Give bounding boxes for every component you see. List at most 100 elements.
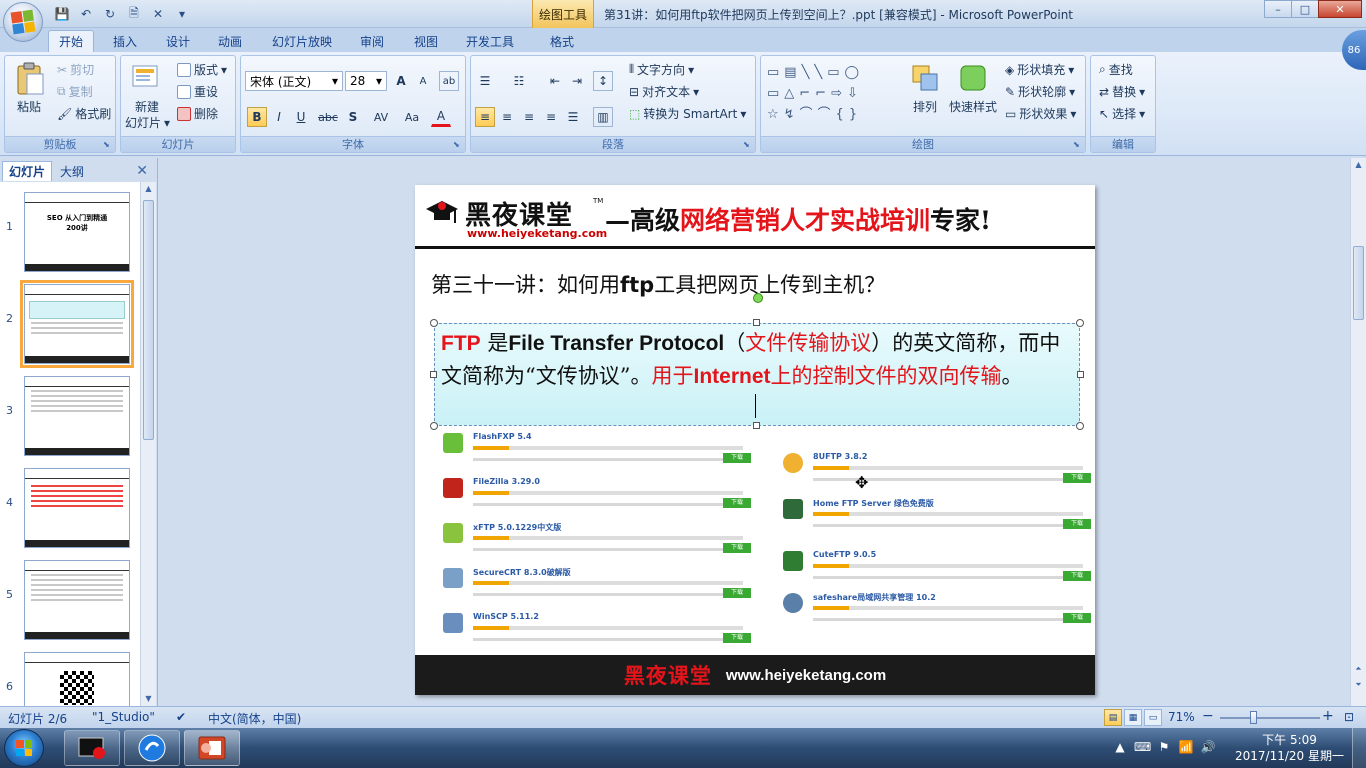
resize-handle-b[interactable] [753,422,760,429]
zoom-level[interactable]: 71% [1168,710,1195,724]
resize-handle-tl[interactable] [430,319,438,327]
minimize-button[interactable]: – [1264,0,1292,18]
clock[interactable]: 下午 5:09 2017/11/20 星期一 [1235,732,1344,764]
slide-thumbnail-3[interactable] [24,376,130,456]
tab-review[interactable]: 审阅 [350,30,394,52]
shape-fill-button[interactable]: ◈ 形状填充 ▾ [1005,61,1074,78]
bullets-button[interactable]: ☰ [475,71,495,91]
zoom-slider[interactable] [1220,717,1320,719]
tab-view[interactable]: 视图 [404,30,448,52]
text-direction-button[interactable]: ⫴ 文字方向 ▾ [629,61,694,78]
slide-sorter-icon[interactable]: ▦ [1124,709,1142,726]
network-icon[interactable]: 📶 [1178,740,1194,756]
align-left-button[interactable]: ≡ [475,107,495,127]
select-button[interactable]: ↖ 选择 ▾ [1099,105,1145,122]
zoom-in-icon[interactable]: + [1322,708,1334,724]
next-slide-icon[interactable]: ⏷ [1351,678,1366,692]
decrease-indent-button[interactable]: ⇤ [545,71,565,91]
slide-thumbnail-2[interactable] [20,280,134,368]
shapes-gallery[interactable]: ▭▤╲╲▭◯ ▭△⌐⌐⇨⇩ ☆↯⌒⌒{} [767,62,895,122]
quick-styles-button[interactable]: 快速样式 [949,98,997,115]
columns-button[interactable]: ▥ [593,107,613,127]
resize-handle-t[interactable] [753,319,760,326]
show-hidden-icons[interactable]: ▲ [1112,740,1128,756]
volume-icon[interactable]: 🔊 [1200,740,1216,756]
taskbar-powerpoint[interactable] [184,730,240,766]
paragraph-launcher-icon[interactable]: ⬊ [743,140,753,150]
rotation-handle[interactable] [753,293,763,303]
reset-button[interactable]: 重设 [177,83,218,100]
show-desktop-button[interactable] [1352,728,1366,768]
flag-icon[interactable]: ⚑ [1156,740,1172,756]
tab-animations[interactable]: 动画 [208,30,252,52]
arrange-button[interactable]: 排列 [913,98,937,115]
cut-button[interactable]: ✂ 剪切 [57,61,94,78]
smartart-button[interactable]: ⬚ 转换为 SmartArt ▾ [629,105,746,122]
undo-icon[interactable]: ↶ [76,5,96,23]
close-pane-icon[interactable]: ✕ [136,163,148,179]
font-size-select[interactable]: 28 ▾ [345,71,387,91]
zoom-slider-thumb[interactable] [1250,711,1257,724]
slide-thumbnail-5[interactable] [24,560,130,640]
tab-home[interactable]: 开始 [48,30,95,52]
shrink-font-button[interactable]: A [413,71,433,91]
print-preview-icon[interactable]: 🗎 [124,5,144,23]
taskbar-screen-recorder[interactable] [64,730,120,766]
align-center-button[interactable]: ≡ [497,107,517,127]
shape-outline-button[interactable]: ✎ 形状轮廓 ▾ [1005,83,1075,100]
underline-button[interactable]: U [291,107,311,127]
find-button[interactable]: ⌕ 查找 [1099,61,1133,78]
scroll-down-icon[interactable]: ▼ [141,692,156,706]
delete-button[interactable]: 删除 [177,105,218,122]
save-icon[interactable]: 💾 [52,5,72,23]
office-button[interactable] [3,2,43,42]
strikethrough-button[interactable]: abc [315,107,341,127]
paste-button[interactable]: 粘贴 [17,98,41,115]
replace-button[interactable]: ⇄ 替换 ▾ [1099,83,1145,100]
tab-slides-pane[interactable]: 幻灯片 [2,161,53,181]
drawing-launcher-icon[interactable]: ⬊ [1073,140,1083,150]
italic-button[interactable]: I [269,107,289,127]
font-name-select[interactable]: 宋体 (正文) ▾ [245,71,343,91]
format-painter-button[interactable]: 🖌 格式刷 [57,105,111,122]
clipboard-launcher-icon[interactable]: ⬊ [103,140,113,150]
maximize-button[interactable]: □ [1291,0,1319,18]
tab-insert[interactable]: 插入 [103,30,147,52]
new-slide-label-1[interactable]: 新建 [135,98,159,115]
resize-handle-r[interactable] [1077,371,1084,378]
char-spacing-button[interactable]: AV [367,107,395,127]
slide-thumbnail-1[interactable]: SEO 从入门到精通 200讲 [24,192,130,272]
change-case-button[interactable]: Aa [399,107,425,127]
layout-button[interactable]: 版式 ▾ [177,61,227,78]
tab-outline-pane[interactable]: 大纲 [54,161,90,181]
numbering-button[interactable]: ☷ [509,71,529,91]
clear-format-button[interactable]: ab [439,71,459,91]
slide-thumbnail-6[interactable] [24,652,130,706]
resize-handle-br[interactable] [1076,422,1084,430]
normal-view-icon[interactable]: ▤ [1104,709,1122,726]
close-button[interactable]: ✕ [1318,0,1362,18]
prev-slide-icon[interactable]: ⏶ [1351,662,1366,676]
new-slide-icon[interactable] [131,62,161,92]
quick-styles-icon[interactable] [957,62,991,96]
slideshow-view-icon[interactable]: ▭ [1144,709,1162,726]
grow-font-button[interactable]: A [391,71,411,91]
tab-format[interactable]: 格式 [540,30,584,52]
customize-qat-icon[interactable]: ▾ [172,5,192,23]
align-right-button[interactable]: ≡ [519,107,539,127]
font-launcher-icon[interactable]: ⬊ [453,140,463,150]
font-color-button[interactable]: A [431,107,451,127]
taskbar-browser[interactable] [124,730,180,766]
resize-handle-tr[interactable] [1076,319,1084,327]
distribute-button[interactable]: ☰ [563,107,583,127]
editor-scrollbar[interactable]: ▲ ⏶ ⏷ [1350,158,1366,706]
thumbnails-scrollbar[interactable]: ▲ ▼ [140,182,156,706]
increase-indent-button[interactable]: ⇥ [567,71,587,91]
resize-handle-l[interactable] [430,371,437,378]
line-spacing-button[interactable]: ↕ [593,71,613,91]
arrange-icon[interactable] [909,62,943,96]
new-slide-label-2[interactable]: 幻灯片 ▾ [125,114,170,131]
slide-canvas[interactable]: 黑夜课堂 TM www.heiyeketang.com —高级网络营销人才实战培… [415,185,1095,695]
qat-extra-icon[interactable]: ✕ [148,5,168,23]
scrollbar-thumb[interactable] [143,200,154,440]
